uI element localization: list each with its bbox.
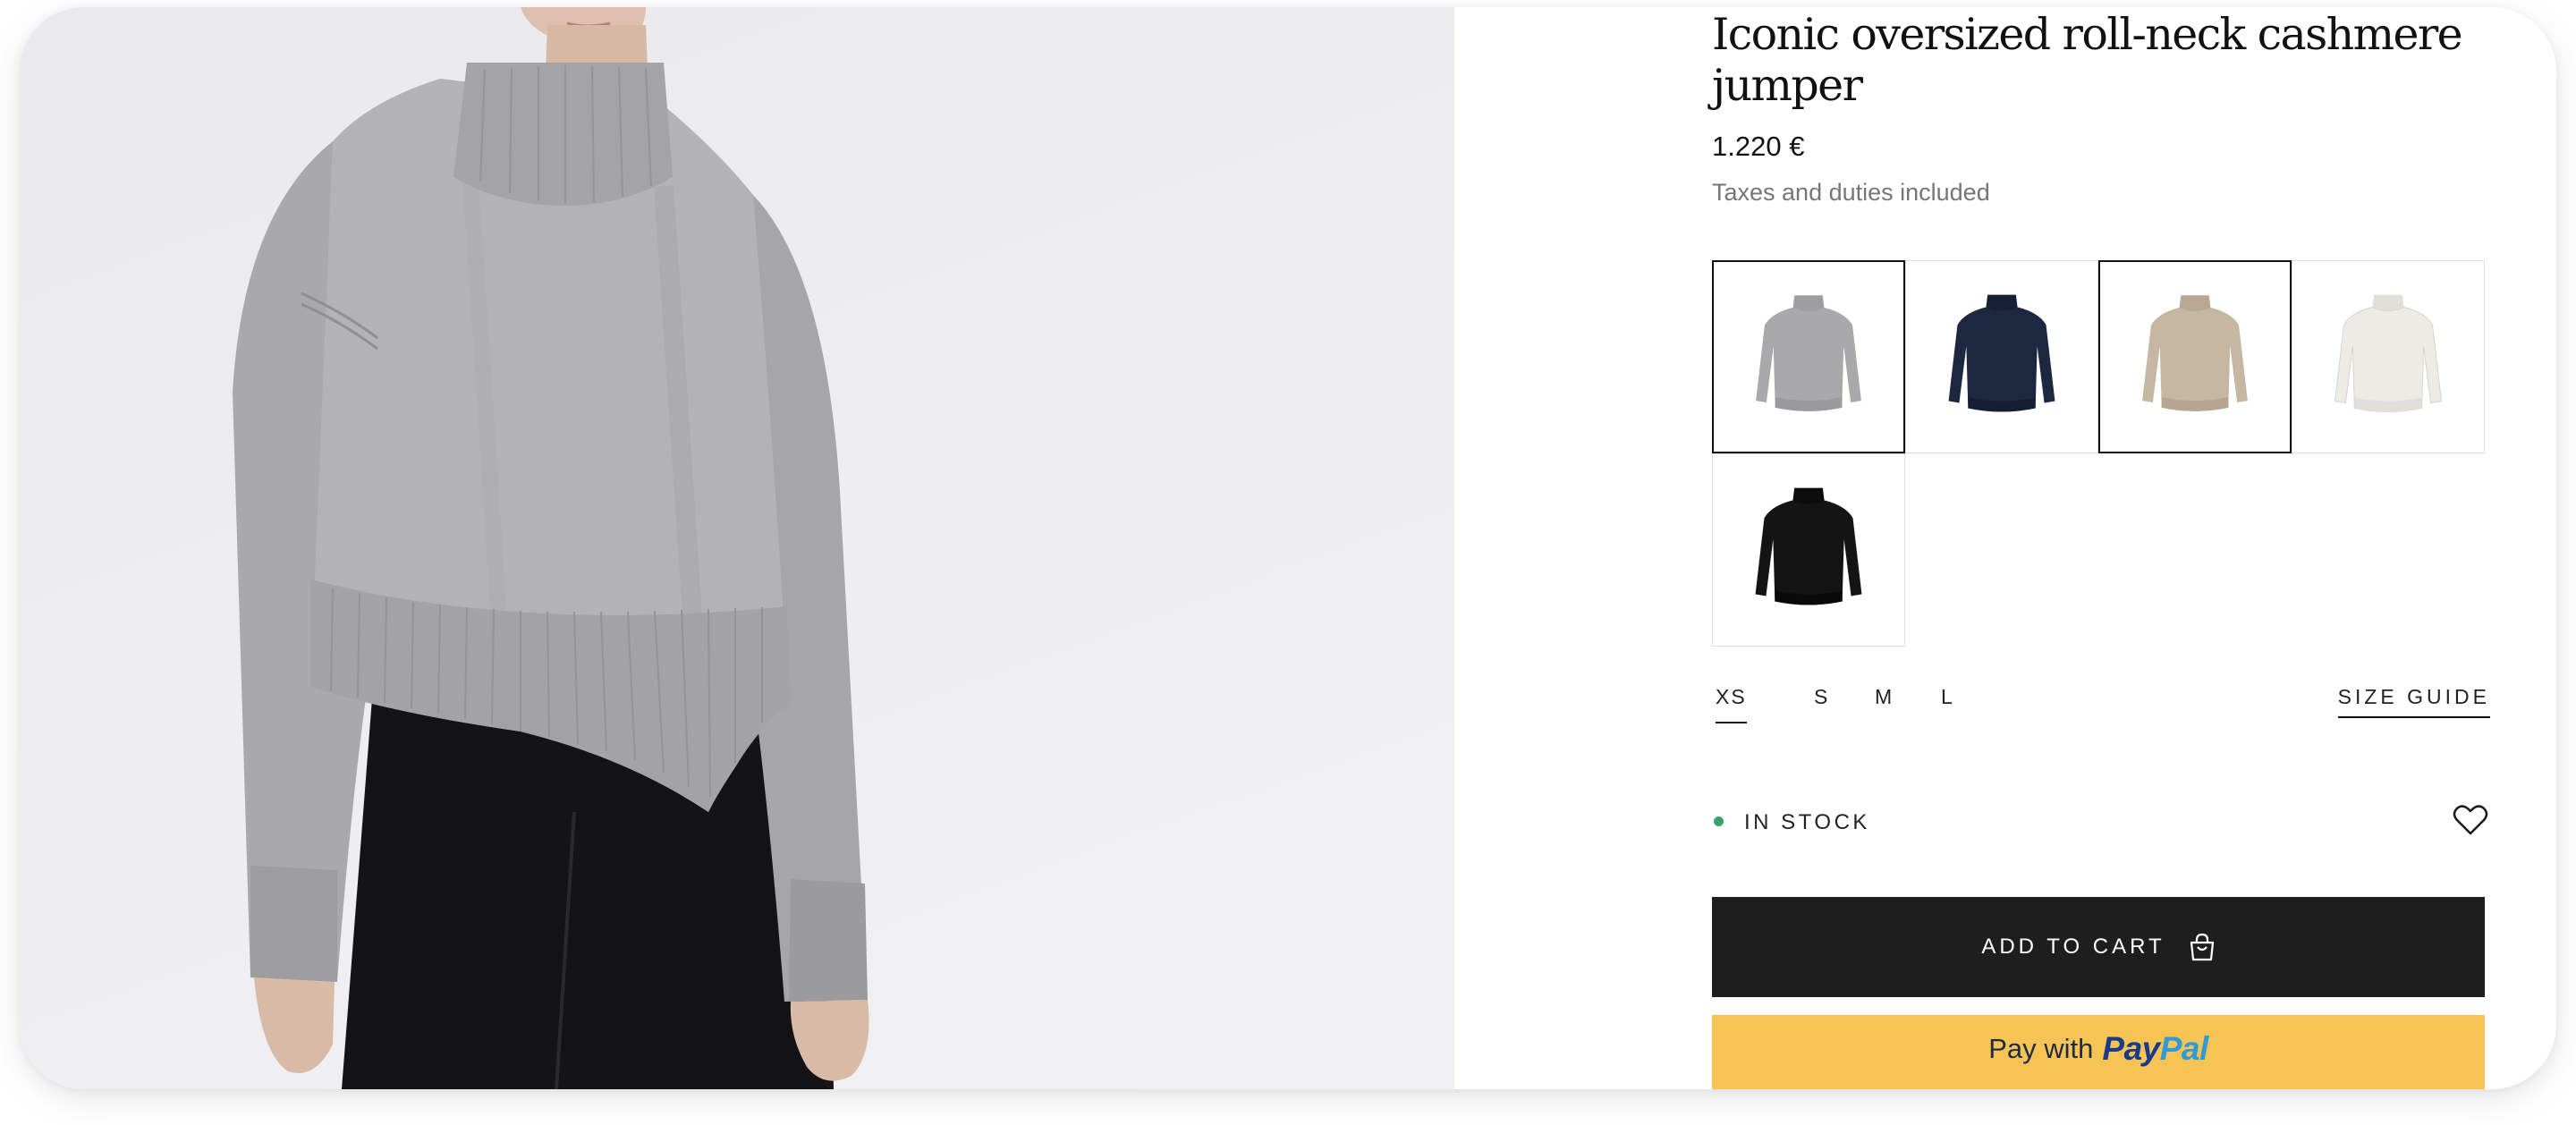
product-page-card: Iconic oversized roll-neck cashmere jump…	[20, 7, 2556, 1089]
add-to-cart-button[interactable]: ADD TO CART	[1712, 897, 2485, 997]
tax-note: Taxes and duties included	[1712, 179, 1990, 206]
stock-indicator-dot	[1714, 816, 1724, 826]
color-swatch-grid	[1712, 260, 2485, 650]
product-hero-image	[20, 7, 1454, 1089]
size-option-xs[interactable]: XS	[1716, 685, 1747, 723]
ivory-jumper-thumbnail	[2334, 294, 2442, 412]
paypal-button[interactable]: Pay with PayPal	[1712, 1015, 2485, 1089]
color-swatch-camel[interactable]	[2098, 260, 2292, 453]
paypal-logo-pay: Pay	[2102, 1030, 2160, 1067]
model-wearing-jumper-image	[233, 7, 869, 1089]
heart-icon	[2453, 805, 2488, 835]
wishlist-button[interactable]	[2453, 803, 2488, 837]
size-option-l[interactable]: L	[1941, 685, 1954, 722]
add-to-cart-label: ADD TO CART	[1981, 935, 2165, 959]
size-guide-link[interactable]: SIZE GUIDE	[2337, 685, 2490, 718]
navy-jumper-thumbnail	[1948, 294, 2055, 412]
camel-jumper-thumbnail	[2142, 295, 2248, 411]
paypal-logo: PayPal	[2102, 1030, 2209, 1067]
color-swatch-black[interactable]	[1712, 453, 1905, 647]
shopping-bag-icon	[2190, 933, 2214, 961]
grey-jumper-thumbnail	[1756, 295, 1861, 411]
product-price: 1.220 €	[1712, 131, 1805, 162]
paypal-logo-pal: Pal	[2159, 1030, 2209, 1067]
color-swatch-grey[interactable]	[1712, 260, 1905, 453]
stock-label: IN STOCK	[1744, 810, 1870, 834]
product-title: Iconic oversized roll-neck cashmere jump…	[1712, 9, 2463, 111]
color-swatch-ivory[interactable]	[2292, 260, 2485, 453]
size-option-m[interactable]: M	[1875, 685, 1894, 722]
product-info-panel: Iconic oversized roll-neck cashmere jump…	[1712, 7, 2490, 1089]
paypal-label: Pay with	[1988, 1033, 2094, 1064]
size-option-s[interactable]: S	[1814, 685, 1829, 722]
color-swatch-navy[interactable]	[1905, 260, 2098, 453]
black-jumper-thumbnail	[1755, 487, 1862, 605]
